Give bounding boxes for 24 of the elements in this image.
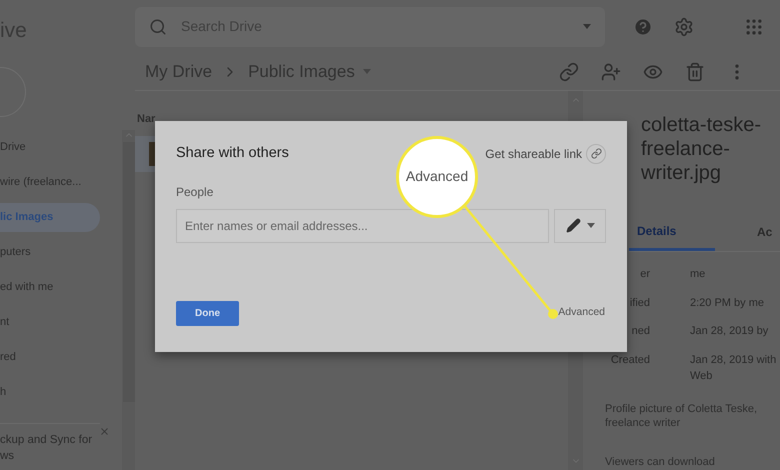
link-icon[interactable] (559, 62, 579, 82)
done-button[interactable]: Done (176, 300, 239, 326)
permission-button[interactable] (554, 208, 606, 243)
callout-text: Advanced (406, 166, 468, 186)
shareable-link[interactable]: Get shareable link (485, 144, 582, 163)
settings-icon[interactable] (674, 16, 694, 37)
scrollbar-thumb[interactable] (122, 142, 134, 402)
link-icon[interactable] (586, 144, 606, 164)
caret-icon (586, 223, 594, 228)
advanced-link[interactable]: Advanced (558, 305, 605, 322)
add-person-icon[interactable] (601, 62, 621, 82)
pencil-icon (566, 218, 580, 234)
help-icon[interactable] (633, 16, 653, 37)
people-label: People (176, 184, 214, 201)
close-icon[interactable] (99, 426, 110, 437)
sidebar-item[interactable]: lic Images (0, 203, 100, 232)
search-icon (149, 18, 167, 36)
people-field[interactable]: Enter names or email addresses... (176, 208, 549, 243)
trash-icon[interactable] (685, 62, 705, 82)
apps-icon[interactable] (744, 16, 764, 37)
dialog-title: Share with others (176, 144, 289, 163)
caret-icon (583, 24, 591, 30)
file-title: coletta-teske-freelance-writer.jpg (641, 113, 762, 185)
caret-icon (362, 69, 371, 74)
